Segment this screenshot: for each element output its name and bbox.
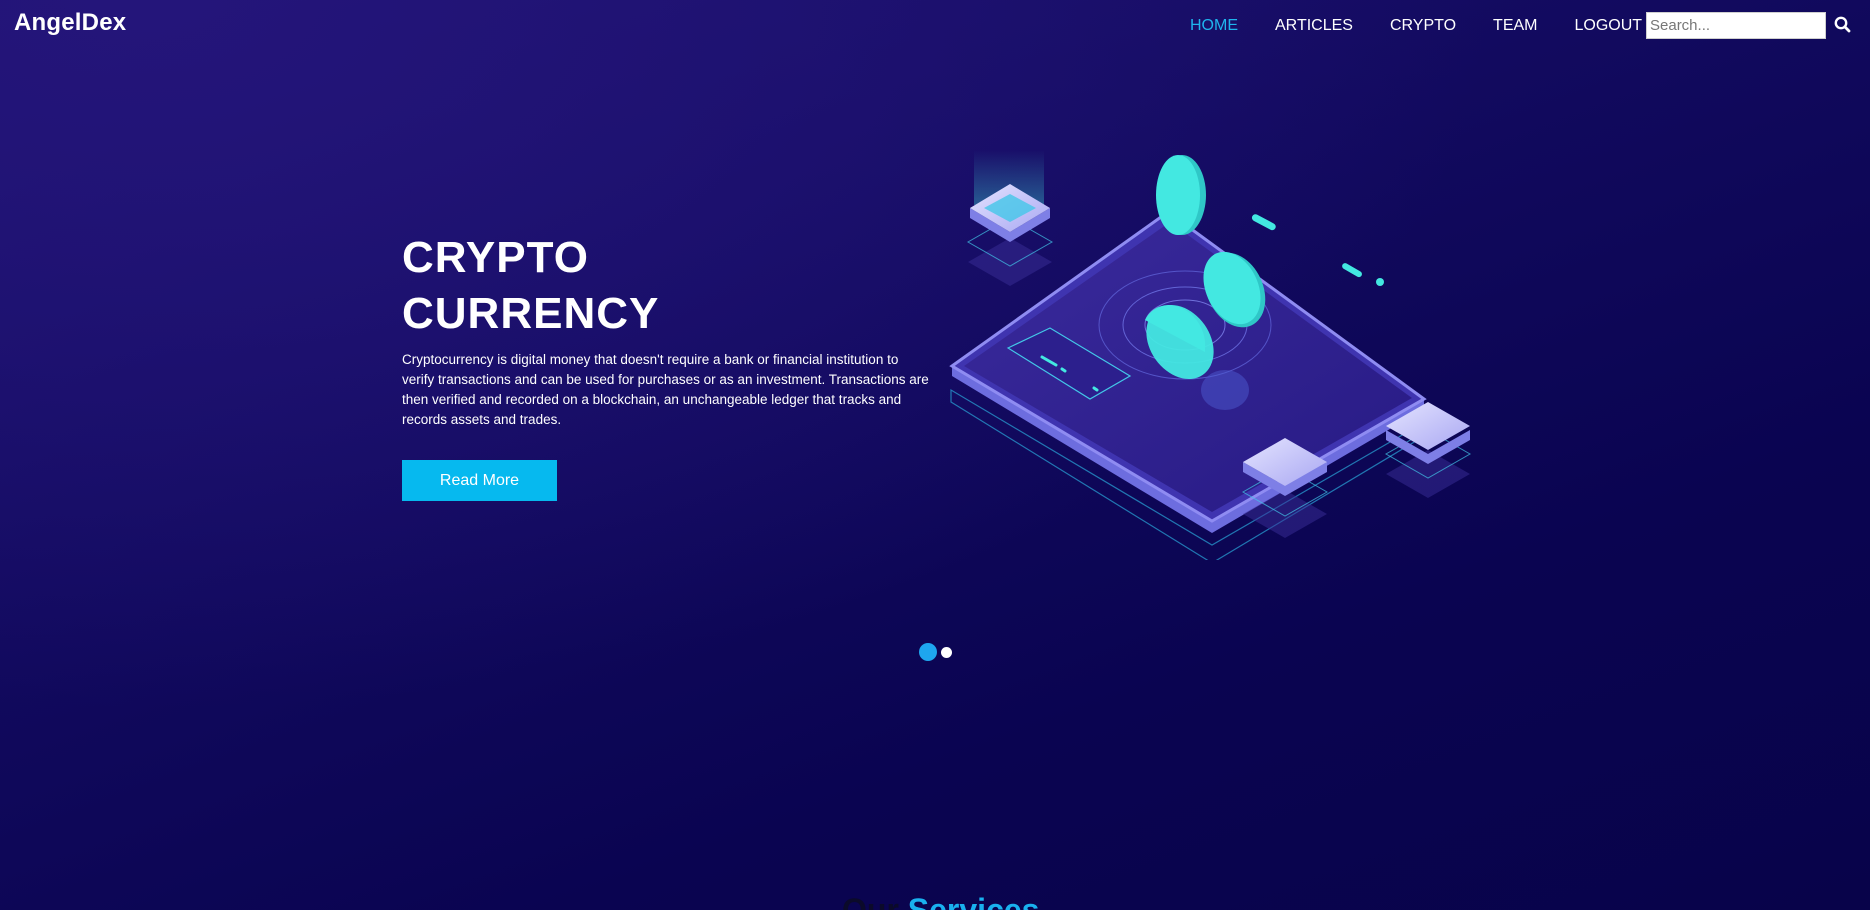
brand-logo[interactable]: AngelDex	[14, 9, 126, 37]
nav-link-team[interactable]: TEAM	[1493, 17, 1537, 35]
services-heading: Our Services	[842, 892, 1039, 910]
carousel-dot-2[interactable]	[941, 646, 952, 658]
hero-title: CRYPTO CURRENCY	[402, 230, 659, 342]
read-more-button[interactable]: Read More	[402, 460, 557, 501]
search-input[interactable]	[1646, 12, 1826, 39]
services-heading-prefix: Our	[842, 892, 899, 910]
nav-link-home[interactable]: HOME	[1190, 17, 1238, 35]
search-icon	[1834, 16, 1851, 33]
nav-link-articles[interactable]: ARTICLES	[1275, 17, 1353, 35]
navbar: AngelDex HOME ARTICLES CRYPTO TEAM LOGOU…	[0, 0, 1870, 52]
nav-link-logout[interactable]: LOGOUT	[1575, 17, 1643, 35]
floating-tile-top	[966, 150, 1054, 286]
carousel-dot-1[interactable]	[919, 643, 937, 661]
services-heading-highlight: Services	[907, 892, 1040, 910]
hero-title-line2: CURRENCY	[402, 289, 660, 338]
nav-links: HOME ARTICLES CRYPTO TEAM LOGOUT	[1190, 0, 1679, 52]
nav-link-crypto[interactable]: CRYPTO	[1390, 17, 1456, 35]
page: AngelDex HOME ARTICLES CRYPTO TEAM LOGOU…	[0, 0, 1870, 910]
carousel-indicators	[919, 643, 952, 661]
hero-description: Cryptocurrency is digital money that doe…	[402, 352, 929, 427]
search-button[interactable]	[1832, 14, 1854, 36]
hero-title-line1: CRYPTO	[402, 233, 589, 282]
hero-illustration	[949, 150, 1472, 560]
